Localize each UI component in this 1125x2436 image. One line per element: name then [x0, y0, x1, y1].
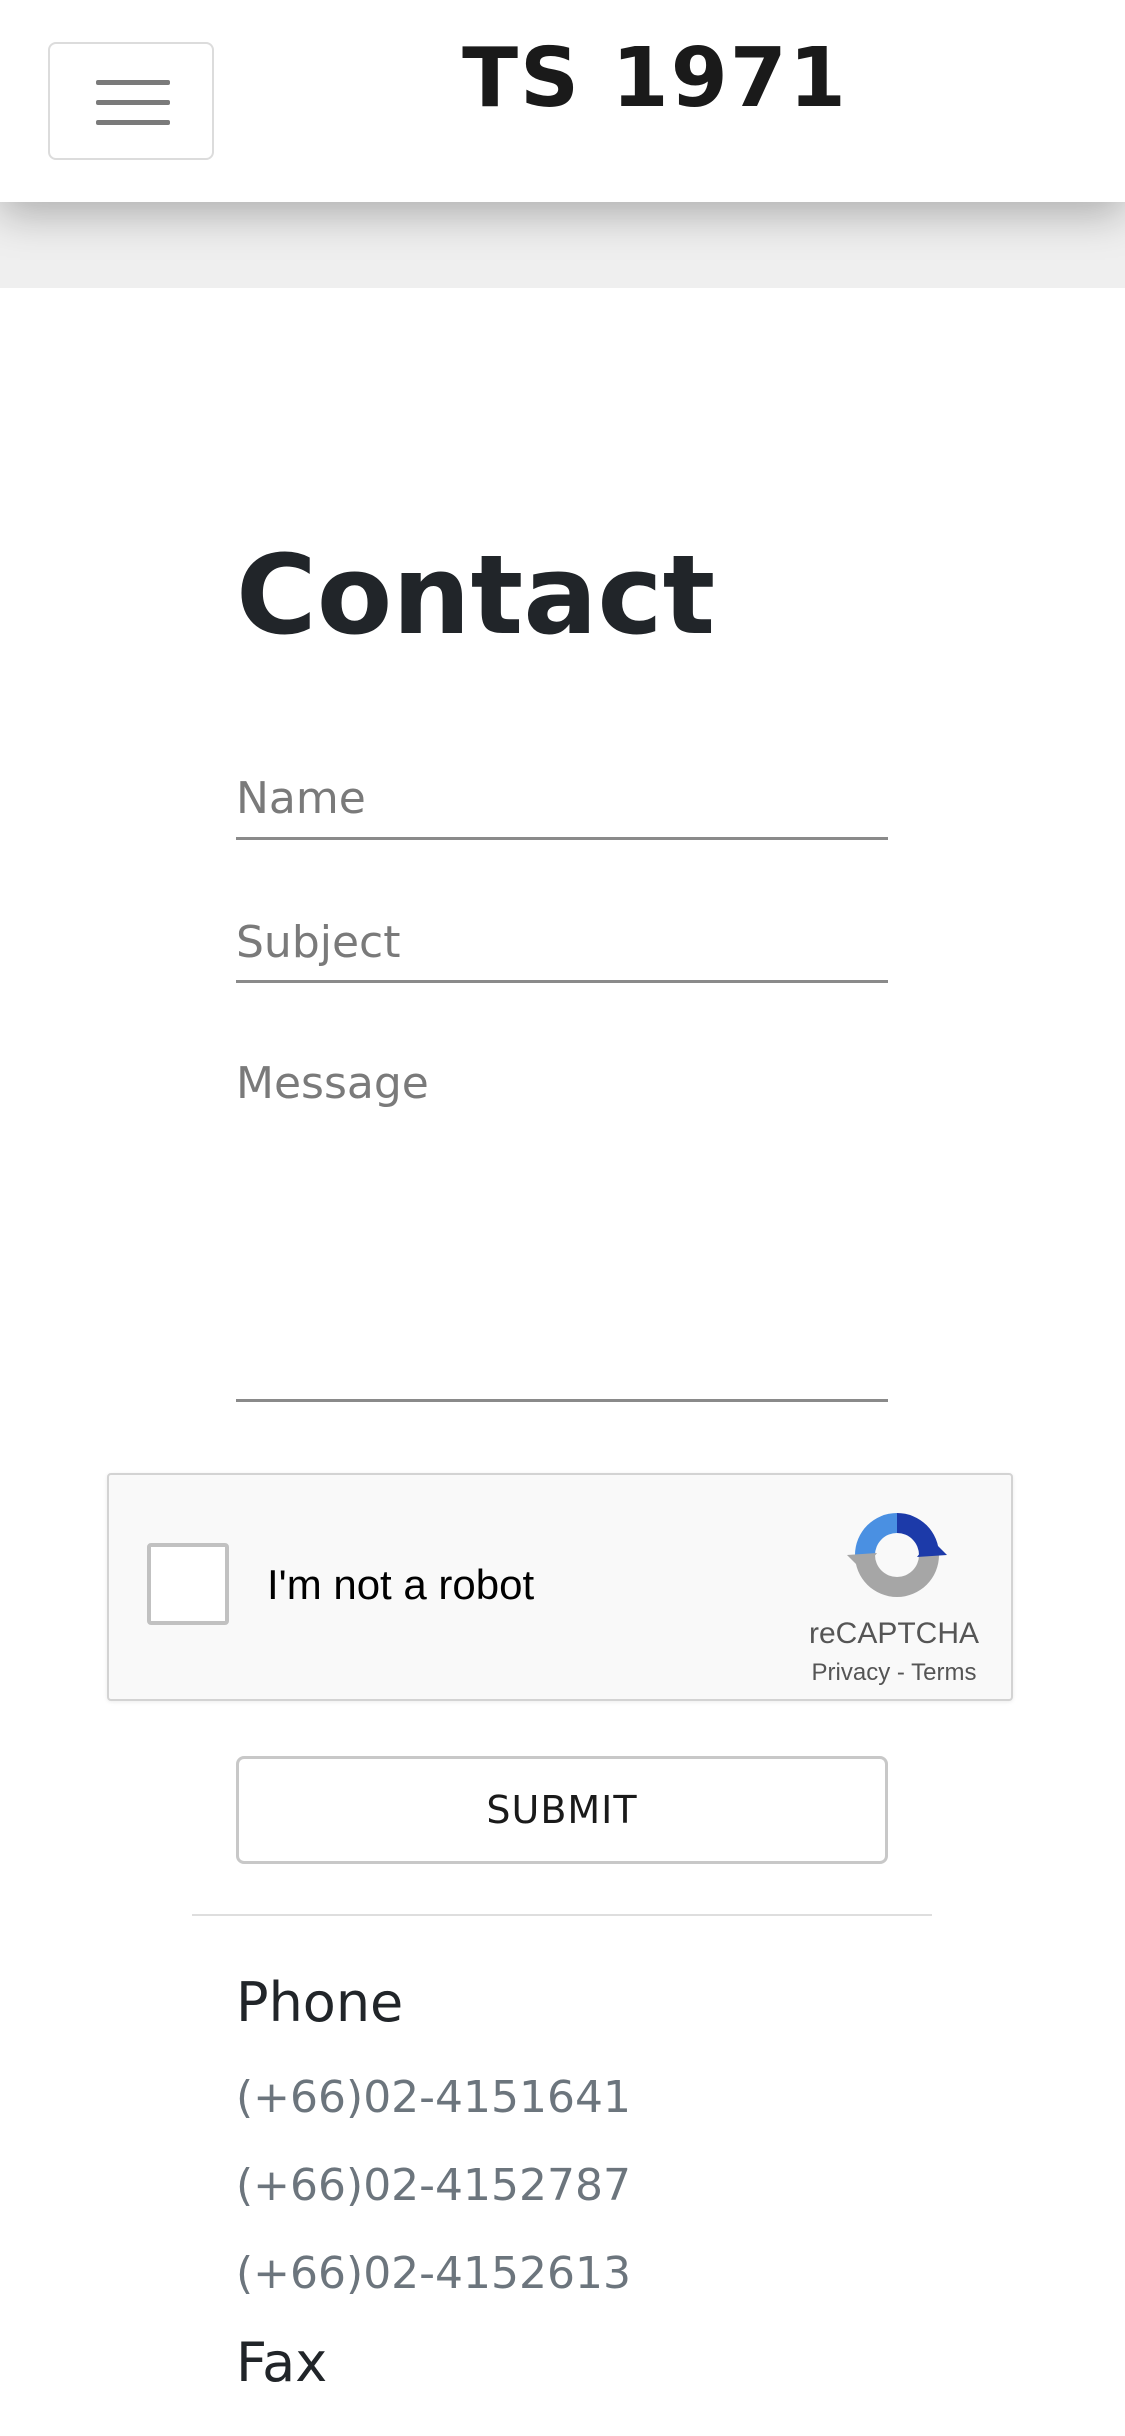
recaptcha-logo-icon	[847, 1513, 947, 1597]
navbar: TS 1971	[0, 0, 1125, 202]
name-input[interactable]	[236, 760, 888, 840]
recaptcha-links: Privacy - Terms	[789, 1659, 999, 1687]
recaptcha-checkbox[interactable]	[147, 1543, 229, 1625]
page-title: Contact	[236, 531, 716, 659]
submit-button[interactable]: SUBMIT	[236, 1756, 888, 1864]
phone-number[interactable]: (+66)02-4152787	[236, 2164, 631, 2208]
page-background-band	[0, 202, 1125, 288]
subject-input[interactable]	[236, 905, 888, 983]
fax-heading: Fax	[236, 2331, 328, 2394]
section-divider	[192, 1914, 932, 1916]
recaptcha-terms-link[interactable]: Terms	[911, 1659, 976, 1686]
recaptcha-privacy-link[interactable]: Privacy	[812, 1659, 891, 1686]
phone-number[interactable]: (+66)02-4152613	[236, 2252, 631, 2296]
hamburger-icon-bar	[96, 100, 170, 105]
phone-number[interactable]: (+66)02-4151641	[236, 2076, 631, 2120]
message-textarea[interactable]	[236, 1050, 888, 1402]
phone-heading: Phone	[236, 1971, 404, 2034]
recaptcha-brand: reCAPTCHA	[808, 1617, 980, 1650]
recaptcha-widget: I'm not a robot reCAPTCHA Privacy - Term…	[107, 1473, 1013, 1701]
recaptcha-label: I'm not a robot	[267, 1561, 535, 1608]
hamburger-icon-bar	[96, 120, 170, 125]
menu-toggle-button[interactable]	[48, 42, 214, 160]
recaptcha-link-separator: -	[890, 1659, 912, 1686]
brand-logo-text[interactable]: TS 1971	[330, 38, 980, 120]
hamburger-icon	[96, 80, 170, 85]
